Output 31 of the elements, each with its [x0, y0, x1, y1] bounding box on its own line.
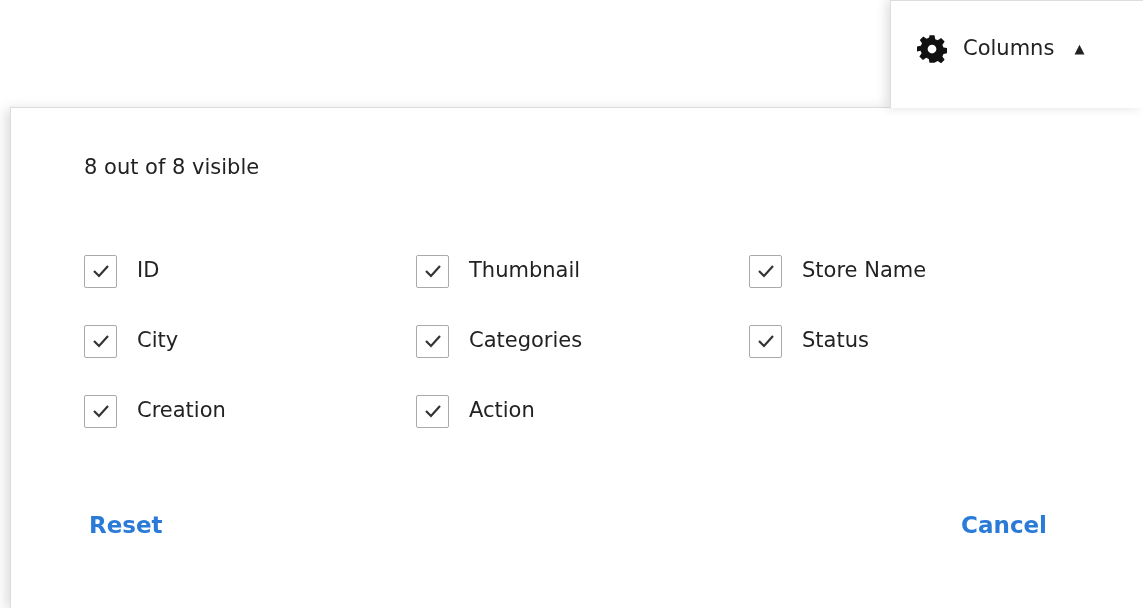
- reset-link[interactable]: Reset: [84, 507, 163, 542]
- option-label: Thumbnail: [469, 257, 581, 285]
- option-label: ID: [137, 257, 160, 285]
- checkmark-icon: [423, 334, 442, 348]
- checkbox[interactable]: [416, 394, 449, 428]
- caret-icon: ▲: [1074, 38, 1085, 59]
- checkbox[interactable]: [416, 254, 449, 288]
- option-label: Categories: [469, 327, 583, 355]
- checkmark-icon: [423, 404, 442, 418]
- checkmark-icon: [91, 404, 110, 418]
- cancel-link[interactable]: Cancel: [956, 507, 1047, 542]
- checkmark-icon: [423, 264, 442, 278]
- option-label: City: [137, 327, 179, 355]
- checkbox[interactable]: [84, 324, 117, 358]
- checkbox[interactable]: [84, 254, 117, 288]
- checkmark-icon: [756, 334, 775, 348]
- checkmark-icon: [756, 264, 775, 278]
- checkmark-icon: [91, 264, 110, 278]
- checkbox[interactable]: [416, 324, 449, 358]
- option-label: Store Name: [802, 257, 927, 285]
- option-label: Status: [802, 327, 869, 355]
- checkbox[interactable]: [749, 254, 782, 288]
- option-label: Creation: [137, 397, 226, 425]
- visible-count: 8 out of 8 visible: [84, 154, 261, 181]
- gear-icon: [917, 33, 947, 64]
- checkbox[interactable]: [749, 324, 782, 358]
- checkmark-icon: [91, 334, 110, 348]
- columns-button[interactable]: Columns ▲: [890, 0, 1143, 108]
- columns-label: Columns: [963, 34, 1055, 62]
- checkbox[interactable]: [84, 394, 117, 428]
- option-label: Action: [469, 397, 535, 425]
